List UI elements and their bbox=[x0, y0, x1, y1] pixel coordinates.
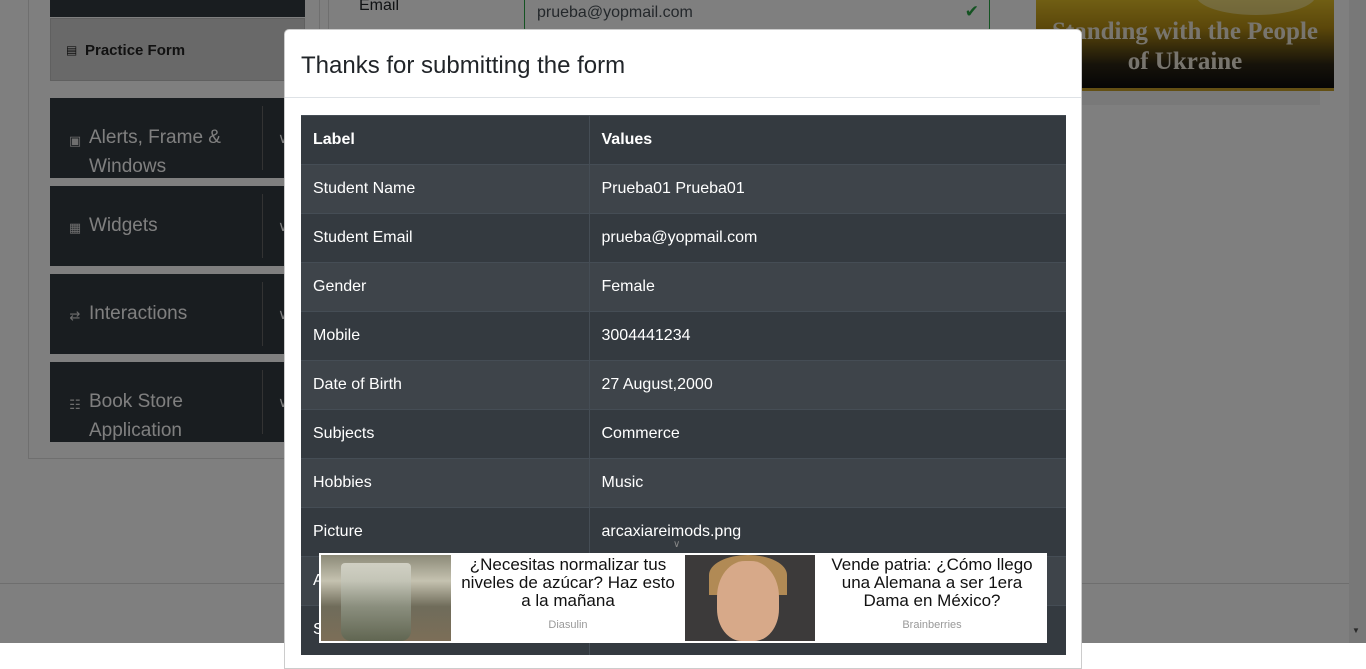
row-value: Female bbox=[588, 262, 1066, 312]
row-label: Subjects bbox=[301, 409, 589, 459]
ad-banner: ∨ ¿Necesitas normalizar tus niveles de a… bbox=[319, 539, 1047, 643]
ad-image[interactable] bbox=[321, 555, 451, 641]
row-label: Mobile bbox=[301, 311, 589, 361]
table-row: Hobbies Music bbox=[301, 458, 1066, 508]
table-row: Gender Female bbox=[301, 262, 1066, 312]
row-label: Hobbies bbox=[301, 458, 589, 508]
column-header-label: Label bbox=[301, 115, 589, 165]
row-label: Student Name bbox=[301, 164, 589, 214]
table-row: Subjects Commerce bbox=[301, 409, 1066, 459]
row-value: Commerce bbox=[588, 409, 1066, 459]
row-value: arcaxiareimods.png bbox=[588, 507, 1066, 557]
row-value: prueba@yopmail.com bbox=[588, 213, 1066, 263]
ad-card[interactable]: ¿Necesitas normalizar tus niveles de azú… bbox=[319, 553, 683, 643]
row-value: 3004441234 bbox=[588, 311, 1066, 361]
table-row: Student Name Prueba01 Prueba01 bbox=[301, 164, 1066, 214]
ad-card[interactable]: Vende patria: ¿Cómo llego una Alemana a … bbox=[683, 553, 1047, 643]
ad-image[interactable] bbox=[685, 555, 815, 641]
ad-source[interactable]: Diasulin bbox=[455, 619, 681, 631]
modal-header: Thanks for submitting the form bbox=[285, 30, 1081, 98]
table-row: Date of Birth 27 August,2000 bbox=[301, 360, 1066, 410]
table-header-row: Label Values bbox=[301, 115, 1066, 165]
row-value: 27 August,2000 bbox=[588, 360, 1066, 410]
chevron-down-icon[interactable]: ∨ bbox=[673, 539, 680, 550]
ad-source[interactable]: Brainberries bbox=[819, 619, 1045, 631]
ad-headline[interactable]: ¿Necesitas normalizar tus niveles de azú… bbox=[455, 556, 681, 610]
table-row: Student Email prueba@yopmail.com bbox=[301, 213, 1066, 263]
row-label: Date of Birth bbox=[301, 360, 589, 410]
row-value: Music bbox=[588, 458, 1066, 508]
row-label: Picture bbox=[301, 507, 589, 557]
row-value: Prueba01 Prueba01 bbox=[588, 164, 1066, 214]
column-header-values: Values bbox=[588, 115, 1066, 165]
ad-headline[interactable]: Vende patria: ¿Cómo llego una Alemana a … bbox=[819, 556, 1045, 610]
row-label: Student Email bbox=[301, 213, 589, 263]
modal-title: Thanks for submitting the form bbox=[301, 52, 626, 79]
table-row: Picture arcaxiareimods.png bbox=[301, 507, 1066, 557]
row-label: Gender bbox=[301, 262, 589, 312]
table-row: Mobile 3004441234 bbox=[301, 311, 1066, 361]
